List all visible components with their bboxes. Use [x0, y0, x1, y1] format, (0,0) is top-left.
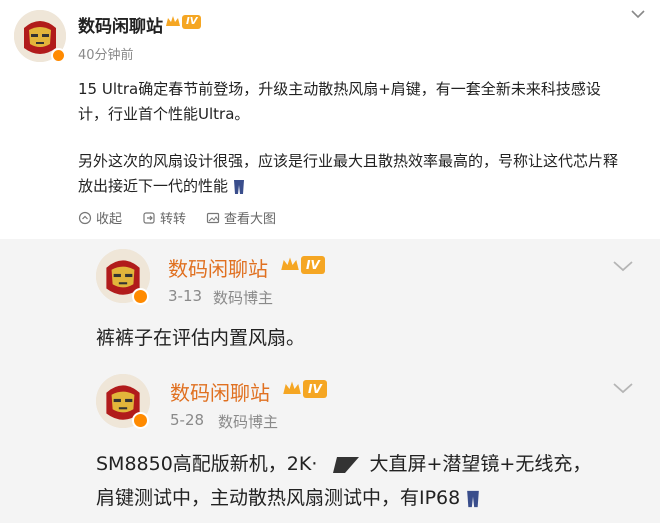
view-image-label: 查看大图 [224, 212, 277, 227]
ref1-text: 裤裤子在评估内置风扇。 [96, 327, 306, 349]
level-badge: IV [165, 14, 202, 30]
view-image-button[interactable]: 查看大图 [206, 208, 276, 227]
ref2-line-2: 肩键测试中，主动散热风扇测试中，有IP68 [96, 483, 480, 510]
repost-label: 转转 [160, 212, 187, 227]
post-actions: 收起 转转 查看大图 [78, 208, 276, 227]
ref2-line-1a: SM8850高配版新机，2K· [96, 453, 318, 475]
level-badge: IV [282, 379, 327, 399]
main-post: 数码闲聊站 IV 40分钟前 15 Ultra确定春节前登场，升级主动散热风扇+… [0, 0, 660, 239]
crown-icon [281, 257, 299, 270]
level-badge: IV [280, 255, 325, 275]
level-label: IV [303, 380, 327, 398]
crown-icon [166, 16, 180, 26]
collapse-icon [78, 211, 92, 224]
verified-icon [132, 412, 149, 429]
ref2-line-1b: 大直屏+潜望镜+无线充， [369, 453, 592, 475]
post-line-4: 放出接近下一代的性能 [78, 175, 245, 196]
repost-icon [143, 211, 155, 224]
pants-emoji-icon [467, 490, 480, 507]
ref1-role: 数码博主 [213, 289, 274, 307]
level-label: IV [301, 256, 325, 274]
pants-emoji-icon [233, 179, 244, 194]
ref1-date: 3-13 [168, 287, 203, 305]
ref2-role: 数码博主 [218, 413, 279, 431]
referenced-posts: 数码闲聊站 IV 3-13 数码博主 裤裤子在评估内置风扇。 数码闲聊站 IV … [0, 239, 660, 523]
image-icon [206, 212, 220, 223]
chevron-down-icon[interactable] [612, 381, 634, 395]
repost-button[interactable]: 转转 [142, 208, 186, 227]
chevron-down-icon[interactable] [612, 259, 634, 273]
post-line-2: 计，行业首个性能Ultra。 [78, 105, 250, 123]
collect-label: 收起 [96, 212, 123, 227]
phone-slash-icon [333, 456, 360, 473]
verified-icon [51, 48, 66, 63]
collect-button[interactable]: 收起 [78, 208, 122, 227]
chevron-down-icon[interactable] [630, 8, 646, 20]
ref1-author-name[interactable]: 数码闲聊站 [168, 253, 268, 282]
crown-icon [283, 381, 301, 394]
author-name[interactable]: 数码闲聊站 [78, 12, 163, 37]
ref2-date: 5-28 [170, 411, 205, 429]
level-label: IV [182, 15, 202, 29]
ref2-line-1: SM8850高配版新机，2K· 大直屏+潜望镜+无线充， [96, 449, 591, 476]
verified-icon [132, 288, 149, 305]
post-time: 40分钟前 [78, 48, 134, 63]
ref2-author-name[interactable]: 数码闲聊站 [170, 377, 270, 406]
post-line-1: 15 Ultra确定春节前登场，升级主动散热风扇+肩键，有一套全新未来科技感设 [78, 80, 601, 98]
post-line-4-text: 放出接近下一代的性能 [78, 177, 229, 195]
ref2-line-2-text: 肩键测试中，主动散热风扇测试中，有IP68 [96, 487, 461, 509]
post-line-3: 另外这次的风扇设计很强，应该是行业最大且散热效率最高的，号称让这代芯片释 [78, 152, 619, 170]
